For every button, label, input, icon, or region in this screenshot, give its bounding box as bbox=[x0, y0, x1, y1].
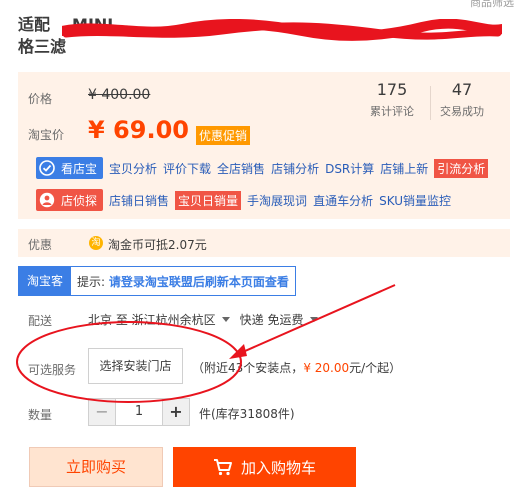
promo-label: 优惠 bbox=[28, 238, 53, 252]
ship-from: 北京 至 bbox=[88, 313, 128, 327]
dianzhentan-label: 店侦探 bbox=[61, 193, 98, 208]
chevron-down-icon[interactable] bbox=[309, 317, 318, 322]
ship-method-dropdown[interactable]: 快递 免运费 bbox=[240, 311, 304, 328]
reviews-label: 累计评论 bbox=[370, 105, 414, 118]
price-label: 价格 bbox=[28, 92, 53, 106]
shipping-label: 配送 bbox=[28, 314, 53, 328]
taobaoke-notice: 淘宝客 提示: 请登录淘宝联盟后刷新本页面查看 bbox=[18, 266, 296, 296]
kandianbao-label: 看店宝 bbox=[61, 161, 98, 176]
reviews-stat[interactable]: 175 累计评论 bbox=[370, 80, 414, 119]
ship-to-dropdown[interactable]: 浙江杭州余杭区 bbox=[132, 311, 216, 328]
quantity-minus-button[interactable]: − bbox=[89, 399, 115, 425]
tool-link-dsr-calc[interactable]: DSR计算 bbox=[325, 160, 374, 177]
title-redaction-scribble bbox=[62, 19, 502, 41]
taobaoke-login-link[interactable]: 请登录淘宝联盟后刷新本页面查看 bbox=[109, 275, 289, 289]
dianzhentan-row: 店侦探 店铺日销售 宝贝日销量 手淘展现词 直通车分析 SKU销量监控 bbox=[36, 189, 457, 211]
annotation-arrowhead bbox=[229, 344, 247, 359]
taobao-price-label: 淘宝价 bbox=[28, 128, 65, 142]
service-label: 可选服务 bbox=[28, 363, 77, 377]
original-price: ¥ 400.00 bbox=[88, 87, 151, 103]
quantity-input[interactable]: 1 bbox=[115, 399, 163, 425]
stock-info: 件(库存31808件) bbox=[199, 407, 295, 421]
taobao-price: ¥ 69.00 bbox=[88, 116, 189, 144]
title-start: 适配 bbox=[18, 15, 51, 34]
taobaoke-text: 提示: 请登录淘宝联盟后刷新本页面查看 bbox=[71, 273, 295, 290]
buy-now-button[interactable]: 立即购买 bbox=[29, 447, 163, 487]
quantity-label: 数量 bbox=[28, 408, 53, 422]
trades-count: 47 bbox=[451, 80, 473, 99]
tool-link-store-analysis[interactable]: 店铺分析 bbox=[271, 160, 319, 177]
check-badge-icon bbox=[36, 157, 58, 179]
tool-link-product-analysis[interactable]: 宝贝分析 bbox=[109, 160, 157, 177]
chevron-down-icon[interactable] bbox=[221, 317, 230, 322]
kandianbao-links: 宝贝分析 评价下载 全店销售 店铺分析 DSR计算 店铺上新 引流分析 bbox=[109, 158, 494, 178]
promo-row: 优惠 淘 淘金币可抵2.07元 bbox=[18, 229, 510, 257]
tool-link-sku-monitor[interactable]: SKU销量监控 bbox=[379, 192, 451, 209]
quantity-stepper: − 1 + bbox=[88, 398, 190, 426]
install-price: ¥ 20.00 bbox=[303, 361, 350, 375]
dianzhentan-links: 店铺日销售 宝贝日销量 手淘展现词 直通车分析 SKU销量监控 bbox=[109, 190, 457, 210]
store-note: （附近43个安装点，¥ 20.00元/个起） bbox=[192, 359, 401, 376]
product-title: 适配 MINI， 格三滤 bbox=[18, 14, 508, 58]
select-store-button[interactable]: 选择安装门店 bbox=[88, 348, 183, 384]
trades-label: 交易成功 bbox=[440, 105, 484, 118]
add-to-cart-button[interactable]: 加入购物车 bbox=[173, 447, 356, 487]
taojinbi-coin-icon: 淘 bbox=[89, 236, 103, 250]
shipping-info: 北京 至 浙江杭州余杭区 快递 免运费 bbox=[88, 311, 328, 328]
store-note-suffix: 元/个起） bbox=[349, 361, 402, 375]
tool-link-new-arrivals[interactable]: 店铺上新 bbox=[380, 160, 428, 177]
tool-link-ad-analysis[interactable]: 直通车分析 bbox=[313, 192, 373, 209]
dianzhentan-button[interactable]: 店侦探 bbox=[36, 189, 104, 211]
store-note-prefix: （附近 bbox=[192, 361, 229, 375]
tool-link-store-sales[interactable]: 全店销售 bbox=[217, 160, 265, 177]
promo-tag[interactable]: 优惠促销 bbox=[196, 126, 251, 145]
trades-stat: 47 交易成功 bbox=[440, 80, 484, 119]
taobaoke-prefix: 提示: bbox=[77, 274, 106, 289]
taobaoke-badge: 淘宝客 bbox=[19, 267, 72, 295]
cart-icon bbox=[213, 459, 232, 476]
kandianbao-row: 看店宝 宝贝分析 评价下载 全店销售 店铺分析 DSR计算 店铺上新 引流分析 bbox=[36, 157, 494, 179]
stat-divider bbox=[430, 86, 431, 120]
tool-link-traffic-analysis[interactable]: 引流分析 bbox=[434, 158, 489, 178]
kandianbao-button[interactable]: 看店宝 bbox=[36, 157, 104, 179]
add-to-cart-label: 加入购物车 bbox=[240, 458, 316, 477]
reviews-count: 175 bbox=[376, 80, 408, 99]
promo-text: 淘金币可抵2.07元 bbox=[108, 238, 207, 252]
header-cut-text: 商品筛选 bbox=[470, 0, 514, 9]
store-note-mid: 个安装点， bbox=[243, 361, 304, 375]
detective-icon bbox=[36, 189, 58, 211]
tool-link-review-download[interactable]: 评价下载 bbox=[163, 160, 211, 177]
tool-link-mobile-keywords[interactable]: 手淘展现词 bbox=[247, 192, 307, 209]
quantity-plus-button[interactable]: + bbox=[163, 399, 189, 425]
store-count: 43 bbox=[228, 361, 244, 375]
tool-link-store-daily-sales[interactable]: 店铺日销售 bbox=[109, 192, 169, 209]
tool-link-item-daily-sales[interactable]: 宝贝日销量 bbox=[175, 190, 242, 210]
